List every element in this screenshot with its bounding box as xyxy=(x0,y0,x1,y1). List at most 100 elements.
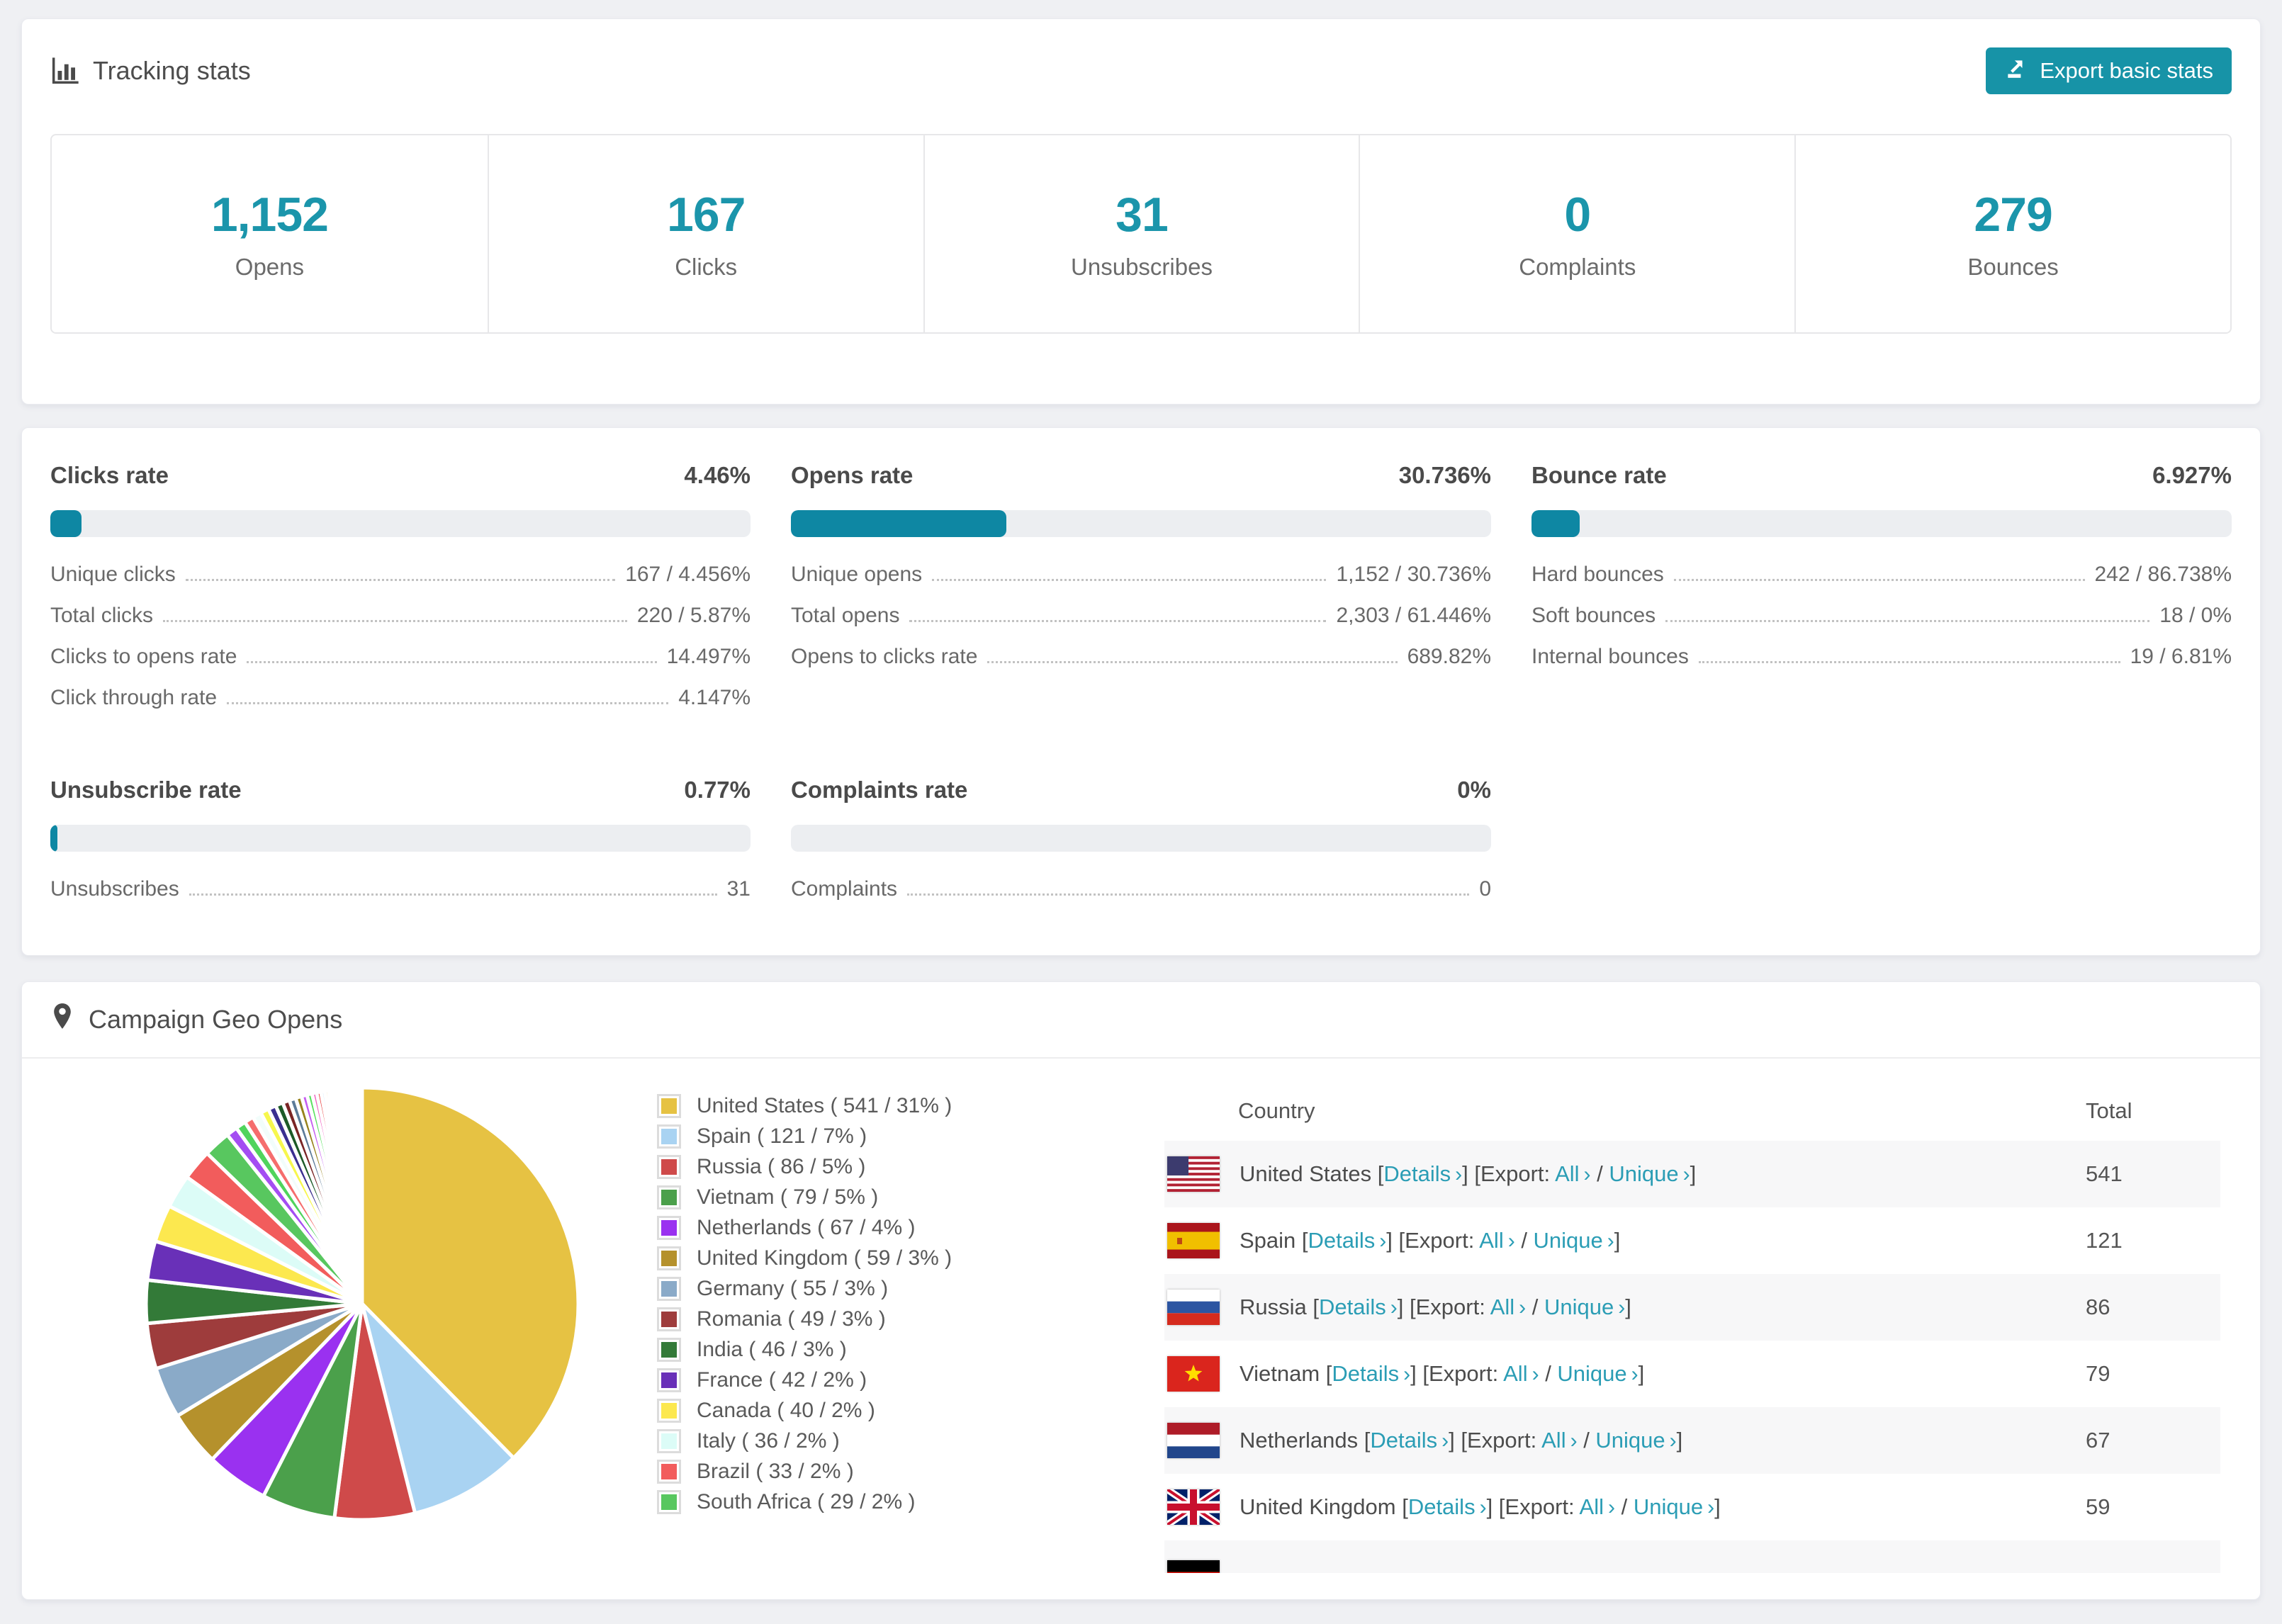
map-pin-icon xyxy=(50,1002,74,1038)
dotted-leader xyxy=(1673,579,2085,581)
rate-title: Bounce rate xyxy=(1531,462,1667,488)
export-basic-stats-button[interactable]: Export basic stats xyxy=(1986,47,2232,94)
total-column-header: Total xyxy=(2086,1098,2132,1123)
rate-title: Clicks rate xyxy=(50,462,169,488)
details-link[interactable]: Details › xyxy=(1319,1295,1398,1319)
dotted-leader xyxy=(185,579,616,581)
rate-row: Unsubscribes 31 xyxy=(50,877,751,918)
legend-swatch xyxy=(657,1490,681,1514)
details-link[interactable]: Details › xyxy=(1308,1228,1387,1253)
export-unique-link[interactable]: Unique › xyxy=(1534,1228,1614,1253)
country-cell: United Kingdom [Details ›] [Export: All › … xyxy=(1240,1494,2086,1520)
legend-label: South Africa ( 29 / 2% ) xyxy=(697,1490,916,1513)
export-button-label: Export basic stats xyxy=(2040,58,2213,83)
rate-header: Opens rate 30.736% xyxy=(791,462,1491,490)
geo-table-header: Country Total xyxy=(1164,1081,2220,1141)
rate-value: 6.927% xyxy=(2152,462,2232,488)
slash-text: / xyxy=(1514,1228,1534,1253)
export-all-link[interactable]: All › xyxy=(1490,1295,1526,1319)
geo-header: Campaign Geo Opens xyxy=(22,982,2260,1057)
flag-us-icon xyxy=(1167,1156,1220,1192)
rate-row-value: 14.497% xyxy=(666,645,751,668)
stat-card: 167 Clicks xyxy=(487,135,923,332)
table-row: Spain [Details ›] [Export: All › / Unique ›… xyxy=(1164,1207,2220,1274)
table-row: Russia [Details ›] [Export: All › / Unique… xyxy=(1164,1274,2220,1341)
progress-bar xyxy=(1531,510,2232,537)
geo-pie-column xyxy=(22,1059,657,1523)
dotted-leader xyxy=(227,702,669,704)
country-column-header: Country xyxy=(1238,1098,1315,1123)
export-unique-link[interactable]: Unique › xyxy=(1609,1161,1690,1186)
legend-item: Romania ( 49 / 3% ) xyxy=(657,1307,1054,1331)
table-row xyxy=(1164,1540,2220,1573)
export-unique-link[interactable]: Unique › xyxy=(1544,1295,1625,1319)
export-unique-link[interactable]: Unique › xyxy=(1557,1361,1638,1386)
export-unique-link[interactable]: Unique › xyxy=(1634,1494,1714,1519)
details-link[interactable]: Details › xyxy=(1370,1428,1449,1453)
dotted-leader xyxy=(1665,620,2150,622)
export-all-link[interactable]: All › xyxy=(1503,1361,1539,1386)
stat-label: Complaints xyxy=(1519,254,1636,280)
bracket-text: ] xyxy=(1625,1295,1631,1319)
progress-fill xyxy=(50,825,57,852)
details-link[interactable]: Details › xyxy=(1332,1361,1410,1386)
legend-swatch xyxy=(657,1460,681,1484)
export-all-link[interactable]: All › xyxy=(1555,1161,1590,1186)
rate-rows: Unique opens 1,152 / 30.736% Total opens 2,… xyxy=(791,563,1491,686)
export-unique-link[interactable]: Unique › xyxy=(1595,1428,1676,1453)
row-total: 86 xyxy=(2086,1295,2110,1319)
slash-text: / xyxy=(1539,1361,1558,1386)
country-name: United Kingdom xyxy=(1240,1494,1403,1519)
bracket-text: [ xyxy=(1301,1228,1308,1253)
flag-ru-icon xyxy=(1167,1290,1220,1325)
tracking-stats-card: Tracking stats Export basic stats 1,152 O… xyxy=(21,18,2261,405)
details-link[interactable]: Details › xyxy=(1408,1494,1487,1519)
export-all-link[interactable]: All › xyxy=(1479,1228,1514,1253)
rate-row: Clicks to opens rate 14.497% xyxy=(50,645,751,686)
rate-row-label: Unique opens xyxy=(791,563,923,586)
bar-chart-icon xyxy=(50,56,80,86)
rate-row-label: Hard bounces xyxy=(1531,563,1664,586)
progress-bar xyxy=(50,510,751,537)
country-cell: Spain [Details ›] [Export: All › / Unique ›… xyxy=(1240,1228,2086,1253)
flag-de-icon xyxy=(1167,1560,1220,1573)
rate-row-value: 242 / 86.738% xyxy=(2094,563,2232,586)
rate-header: Bounce rate 6.927% xyxy=(1531,462,2232,490)
row-total: 79 xyxy=(2086,1361,2110,1386)
bracket-text: ] [Export: xyxy=(1397,1295,1490,1319)
country-name: Netherlands xyxy=(1240,1428,1364,1453)
flag-vn-icon xyxy=(1167,1356,1220,1392)
rate-row: Internal bounces 19 / 6.81% xyxy=(1531,645,2232,686)
slash-text: / xyxy=(1590,1161,1609,1186)
bracket-text: ] [Export: xyxy=(1486,1494,1580,1519)
rate-row-label: Soft bounces xyxy=(1531,604,1656,627)
legend-label: Canada ( 40 / 2% ) xyxy=(697,1399,875,1422)
legend-label: United States ( 541 / 31% ) xyxy=(697,1094,952,1117)
bracket-text: ] [Export: xyxy=(1449,1428,1542,1453)
legend-item: India ( 46 / 3% ) xyxy=(657,1338,1054,1362)
page-title: Tracking stats xyxy=(93,56,251,85)
legend-swatch xyxy=(657,1094,681,1118)
country-cell: Vietnam [Details ›] [Export: All › / Uniqu… xyxy=(1240,1361,2086,1387)
dotted-leader xyxy=(909,620,1327,622)
geo-content: United States ( 541 / 31% ) Spain ( 121 /… xyxy=(22,1059,2260,1573)
legend-item: United Kingdom ( 59 / 3% ) xyxy=(657,1246,1054,1270)
details-link[interactable]: Details › xyxy=(1383,1161,1462,1186)
legend-label: Romania ( 49 / 3% ) xyxy=(697,1307,886,1331)
bracket-text: ] xyxy=(1690,1161,1697,1186)
export-all-link[interactable]: All › xyxy=(1541,1428,1577,1453)
rate-block: Complaints rate 0% Complaints 0 xyxy=(791,777,1491,918)
country-cell: United States [Details ›] [Export: All › /… xyxy=(1240,1161,2086,1187)
legend-label: Brazil ( 33 / 2% ) xyxy=(697,1460,854,1483)
geo-title: Campaign Geo Opens xyxy=(89,1005,343,1034)
export-all-link[interactable]: All › xyxy=(1580,1494,1615,1519)
legend-swatch xyxy=(657,1307,681,1331)
rate-row: Unique clicks 167 / 4.456% xyxy=(50,563,751,604)
rate-row: Complaints 0 xyxy=(791,877,1491,918)
rate-row-label: Total opens xyxy=(791,604,900,627)
table-row: Netherlands [Details ›] [Export: All › / U… xyxy=(1164,1407,2220,1474)
rate-block: Clicks rate 4.46% Unique clicks 167 / 4.456… xyxy=(50,462,751,727)
geo-legend: United States ( 541 / 31% ) Spain ( 121 /… xyxy=(657,1059,1054,1521)
legend-swatch xyxy=(657,1368,681,1392)
progress-bar xyxy=(791,825,1491,852)
